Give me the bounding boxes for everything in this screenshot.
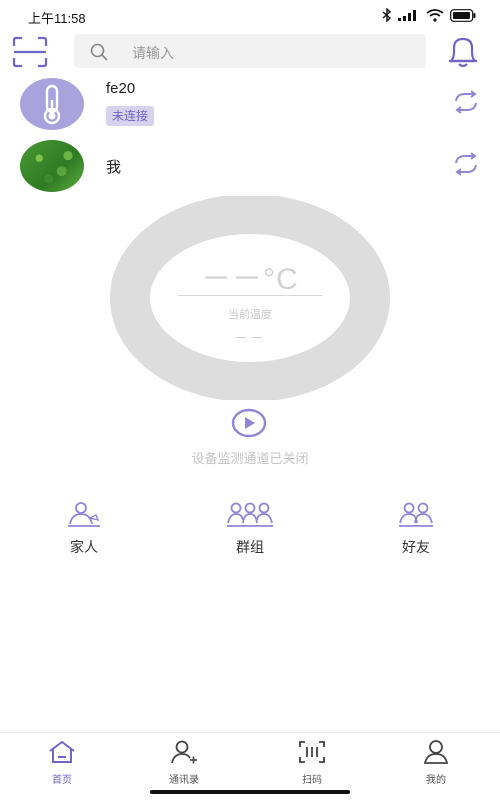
- category-label: 家人: [70, 539, 98, 555]
- notification-button[interactable]: [444, 34, 482, 70]
- temperature-label: 当前温度: [228, 309, 272, 321]
- nav-label: 扫码: [302, 775, 322, 786]
- channel-status-text: 设备监测通道已关闭: [191, 451, 309, 466]
- temperature-value: －－°C: [201, 263, 299, 296]
- status-icons: [382, 8, 476, 22]
- gauge-divider: [178, 295, 322, 296]
- refresh-icon: [452, 90, 480, 118]
- nav-label: 通讯录: [169, 775, 199, 786]
- category-label: 群组: [236, 539, 264, 555]
- category-family[interactable]: 家人: [44, 500, 124, 560]
- scan-code-icon: [282, 739, 342, 770]
- status-bar: 上午11:58: [0, 0, 500, 32]
- search-icon: [90, 43, 108, 66]
- nav-label: 首页: [52, 775, 72, 786]
- bottom-nav: 首页 通讯录 扫码 我的: [0, 732, 500, 789]
- play-icon: [230, 408, 268, 442]
- bluetooth-icon: [382, 8, 392, 22]
- user-avatar: [20, 140, 84, 192]
- device-avatar: [20, 78, 84, 130]
- category-label: 好友: [402, 539, 430, 555]
- bell-icon: [444, 37, 482, 74]
- refresh-icon: [452, 152, 480, 180]
- app-screen: 上午11:58 请输入 fe20 未连接 我 －－°C 当前温度 －－ 设备监测…: [0, 0, 500, 800]
- category-group[interactable]: 群组: [210, 500, 290, 560]
- home-indicator[interactable]: [150, 790, 350, 794]
- device-name: 我: [106, 159, 122, 176]
- friends-icon: [376, 500, 456, 533]
- profile-icon: [406, 739, 466, 770]
- battery-icon: [450, 8, 476, 22]
- scan-icon: [12, 36, 48, 72]
- status-time: 上午11:58: [28, 11, 86, 26]
- temperature-gauge: －－°C 当前温度 －－: [110, 194, 390, 402]
- search-placeholder: 请输入: [132, 45, 174, 61]
- device-item[interactable]: 我: [0, 138, 500, 196]
- refresh-button[interactable]: [452, 90, 480, 114]
- contacts-icon: [154, 739, 214, 770]
- refresh-button[interactable]: [452, 152, 480, 176]
- nav-contacts[interactable]: 通讯录: [154, 739, 214, 786]
- signal-icon: [398, 9, 420, 21]
- secondary-value: －－: [234, 330, 266, 346]
- home-icon: [32, 739, 92, 770]
- thermometer-icon: [20, 84, 84, 130]
- wifi-icon: [426, 8, 444, 22]
- nav-profile[interactable]: 我的: [406, 739, 466, 786]
- device-status-badge: 未连接: [106, 106, 155, 126]
- search-input[interactable]: 请输入: [74, 34, 426, 68]
- nav-label: 我的: [426, 775, 446, 786]
- device-item[interactable]: fe20 未连接: [0, 76, 500, 134]
- device-name: fe20: [106, 80, 136, 97]
- category-friends[interactable]: 好友: [376, 500, 456, 560]
- channel-toggle-button[interactable]: [230, 408, 268, 438]
- nav-scan[interactable]: 扫码: [282, 739, 342, 786]
- nav-home[interactable]: 首页: [32, 739, 92, 786]
- group-icon: [210, 500, 290, 533]
- top-header: 请输入: [0, 30, 500, 72]
- scan-button[interactable]: [12, 36, 48, 68]
- gauge-ring: [110, 194, 390, 402]
- family-icon: [44, 500, 124, 533]
